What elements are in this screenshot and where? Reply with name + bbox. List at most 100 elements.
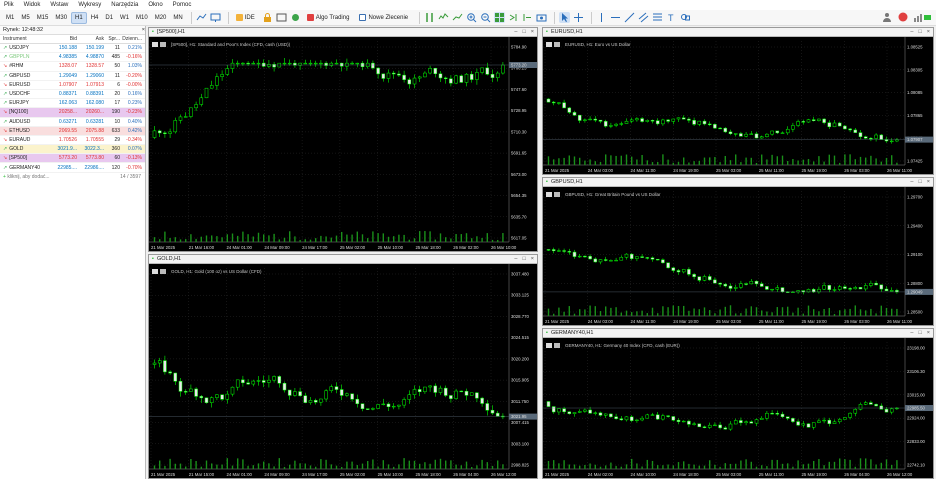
market-watch-row[interactable]: ↗ GBPPLN 4.98385 4.98870 485 -0.16% bbox=[0, 53, 145, 63]
timeframe-m30[interactable]: M30 bbox=[52, 13, 70, 23]
menu-view[interactable]: Widok bbox=[24, 2, 41, 8]
close-icon[interactable]: × bbox=[531, 256, 534, 262]
close-icon[interactable]: × bbox=[927, 179, 930, 185]
chart-plot-area[interactable]: 23198.00 23106.30 23015.00 22924.00 22833.00… bbox=[543, 338, 933, 478]
column-header-change[interactable]: Dzienn... bbox=[120, 36, 144, 42]
timeframe-d1[interactable]: D1 bbox=[102, 13, 116, 23]
market-watch-row[interactable]: ↗ USDJPY 150.188 150.199 11 0.21% bbox=[0, 44, 145, 54]
zoom-in-icon[interactable] bbox=[466, 12, 477, 23]
market-watch-row[interactable]: ↘ [SP500] 5773.20 5773.80 60 -0.13% bbox=[0, 154, 145, 164]
notification-icon[interactable] bbox=[898, 12, 908, 24]
timeframe-h1[interactable]: H1 bbox=[71, 11, 87, 24]
display-icon[interactable] bbox=[210, 12, 221, 23]
cursor-icon[interactable] bbox=[559, 12, 571, 23]
fibonacci-icon[interactable] bbox=[652, 12, 663, 23]
candlestick-chart[interactable]: 3037.480 3033.125 3028.770 3024.515 3020.200… bbox=[149, 264, 537, 478]
market-watch-row[interactable]: ↗ GBPUSD 1.29049 1.29060 11 -0.20% bbox=[0, 72, 145, 81]
chart-window-title-bar[interactable]: ▪ EURUSD,H1 – □ × bbox=[543, 28, 933, 37]
minimize-icon[interactable]: – bbox=[910, 330, 913, 336]
zoom-out-icon[interactable] bbox=[480, 12, 491, 23]
menu-window[interactable]: Okno bbox=[148, 2, 162, 8]
timeframe-m1[interactable]: M1 bbox=[3, 13, 17, 23]
menu-charts[interactable]: Wykresy bbox=[78, 2, 101, 8]
ide-button[interactable]: IDE bbox=[233, 13, 258, 22]
minimize-icon[interactable]: – bbox=[514, 29, 517, 35]
chart-window-gbpusd[interactable]: ▪ GBPUSD,H1 – □ × 1.29700 1.29400 1.29100 1.2… bbox=[542, 177, 934, 326]
chart-window-title-bar[interactable]: ▪ GOLD,H1 – □ × bbox=[149, 255, 537, 264]
timeframe-m5[interactable]: M5 bbox=[18, 13, 32, 23]
close-icon[interactable]: × bbox=[927, 29, 930, 35]
signals-icon[interactable] bbox=[290, 12, 301, 23]
one-click-trading-icon[interactable] bbox=[424, 12, 435, 23]
timeframe-w1[interactable]: W1 bbox=[117, 13, 132, 23]
shapes-icon[interactable] bbox=[680, 12, 691, 23]
new-order-button[interactable]: Nowe Zlecenie bbox=[356, 13, 411, 22]
maximize-icon[interactable]: □ bbox=[918, 330, 921, 336]
timeframe-mn[interactable]: MN bbox=[170, 13, 185, 23]
horizontal-line-icon[interactable] bbox=[610, 12, 621, 23]
menu-help[interactable]: Pomoc bbox=[173, 2, 192, 8]
chart-type-icon[interactable] bbox=[196, 12, 207, 23]
market-watch-row[interactable]: ↗ EURJPY 162.063 162.080 17 0.23% bbox=[0, 99, 145, 109]
column-header-bid[interactable]: Bid bbox=[50, 36, 77, 42]
minimize-icon[interactable]: – bbox=[910, 179, 913, 185]
market-watch-row[interactable]: ↘ EURAUD 1.70526 1.70555 29 -0.34% bbox=[0, 136, 145, 146]
maximize-icon[interactable]: □ bbox=[522, 256, 525, 262]
close-icon[interactable]: × bbox=[142, 27, 145, 33]
user-icon[interactable] bbox=[882, 12, 892, 24]
chart-plot-area[interactable]: 1.085251.083051.080851.078651.076451.074… bbox=[543, 37, 933, 174]
channel-icon[interactable] bbox=[638, 12, 649, 23]
market-watch-row[interactable]: ↘ EURUSD 1.07907 1.07913 6 -0.00% bbox=[0, 81, 145, 90]
close-icon[interactable]: × bbox=[927, 330, 930, 336]
chart-plot-area[interactable]: 1.29700 1.29400 1.29100 1.28800 1.28500 21 Ma… bbox=[543, 187, 933, 325]
market-icon[interactable] bbox=[276, 12, 287, 23]
chart-window-sp500[interactable]: ▪ [SP500],H1 – □ × 5784.90 5766.25 5747.60 57… bbox=[148, 27, 538, 252]
minimize-icon[interactable]: – bbox=[514, 256, 517, 262]
column-header-ask[interactable]: Ask bbox=[77, 36, 104, 42]
chart-plot-area[interactable]: 5784.90 5766.25 5747.60 5728.95 5710.30 5691.… bbox=[149, 37, 537, 251]
candlestick-chart[interactable]: 23198.00 23106.30 23015.00 22924.00 22833.00… bbox=[543, 338, 933, 478]
column-header-symbol[interactable]: Instrument bbox=[0, 36, 50, 42]
timeframe-m10[interactable]: M10 bbox=[133, 13, 151, 23]
crosshair-icon[interactable] bbox=[573, 12, 584, 23]
chart-window-title-bar[interactable]: ▪ GERMANY40,H1 – □ × bbox=[543, 329, 933, 338]
text-tool-icon[interactable]: T bbox=[666, 12, 677, 23]
market-watch-row[interactable]: ↘ ETHUSD 2069.55 2075.88 633 0.42% bbox=[0, 126, 145, 136]
candlestick-chart[interactable]: 5784.905766.255747.605728.955710.305691.… bbox=[149, 37, 537, 251]
chart-window-title-bar[interactable]: ▪ [SP500],H1 – □ × bbox=[149, 28, 537, 37]
close-icon[interactable]: × bbox=[531, 29, 534, 35]
chart-window-title-bar[interactable]: ▪ GBPUSD,H1 – □ × bbox=[543, 178, 933, 187]
maximize-icon[interactable]: □ bbox=[918, 29, 921, 35]
chart-window-gold[interactable]: ▪ GOLD,H1 – □ × 3037.480 3033.125 3028.770 30… bbox=[148, 254, 538, 479]
chart-window-eurusd[interactable]: ▪ EURUSD,H1 – □ × 1.08525 1.08305 1.08085 1.0… bbox=[542, 27, 934, 175]
algo-trading-button[interactable]: Algo Trading bbox=[304, 13, 353, 22]
connection-status-icon[interactable] bbox=[914, 12, 932, 24]
chart-window-germany40[interactable]: ▪ GERMANY40,H1 – □ × 23198.00 23106.30 23015… bbox=[542, 328, 934, 479]
timeframe-h4[interactable]: H4 bbox=[88, 13, 102, 23]
line-chart-icon[interactable] bbox=[452, 12, 463, 23]
menu-tools[interactable]: Narzędzia bbox=[111, 2, 138, 8]
candlestick-chart[interactable]: 1.29700 1.29400 1.29100 1.28800 1.28500 21 Ma… bbox=[543, 187, 933, 325]
market-watch-row[interactable]: ↘ [NQ100] 20258... 20260... 190 -0.23% bbox=[0, 108, 145, 118]
market-watch-row[interactable]: ↗ USDCHF 0.88371 0.88391 20 0.16% bbox=[0, 90, 145, 100]
chart-shift-icon[interactable] bbox=[522, 12, 533, 23]
minimize-icon[interactable]: – bbox=[910, 29, 913, 35]
bar-chart-icon[interactable] bbox=[438, 12, 449, 23]
vertical-line-icon[interactable] bbox=[596, 12, 607, 23]
market-watch-row[interactable]: ↗ GOLD 3021.9... 3022.3... 360 0.07% bbox=[0, 145, 145, 155]
tile-windows-icon[interactable] bbox=[494, 12, 506, 23]
market-watch-row[interactable]: ↘ #RHM 1328.07 1328.57 50 1.03% bbox=[0, 62, 145, 72]
trendline-icon[interactable] bbox=[624, 12, 635, 23]
candlestick-chart[interactable]: 1.085251.083051.080851.078651.076451.074… bbox=[543, 37, 933, 174]
autoscroll-icon[interactable] bbox=[508, 12, 519, 23]
market-watch-row[interactable]: ↗ GERMANY40 22985.... 22986.... 120 -0.70% bbox=[0, 163, 145, 173]
menu-file[interactable]: Plik bbox=[4, 2, 14, 8]
lock-icon[interactable] bbox=[262, 12, 273, 23]
column-header-spread[interactable]: Spr... bbox=[104, 36, 120, 42]
market-watch-row[interactable]: ↗ AUDUSD 0.63271 0.63281 10 0.40% bbox=[0, 118, 145, 127]
maximize-icon[interactable]: □ bbox=[918, 179, 921, 185]
chart-plot-area[interactable]: 3037.480 3033.125 3028.770 3024.515 3020.200… bbox=[149, 264, 537, 478]
screenshot-icon[interactable] bbox=[536, 12, 547, 23]
menu-insert[interactable]: Wstaw bbox=[50, 2, 68, 8]
add-symbol-link[interactable]: + kliknij, aby dodać... bbox=[3, 174, 50, 180]
